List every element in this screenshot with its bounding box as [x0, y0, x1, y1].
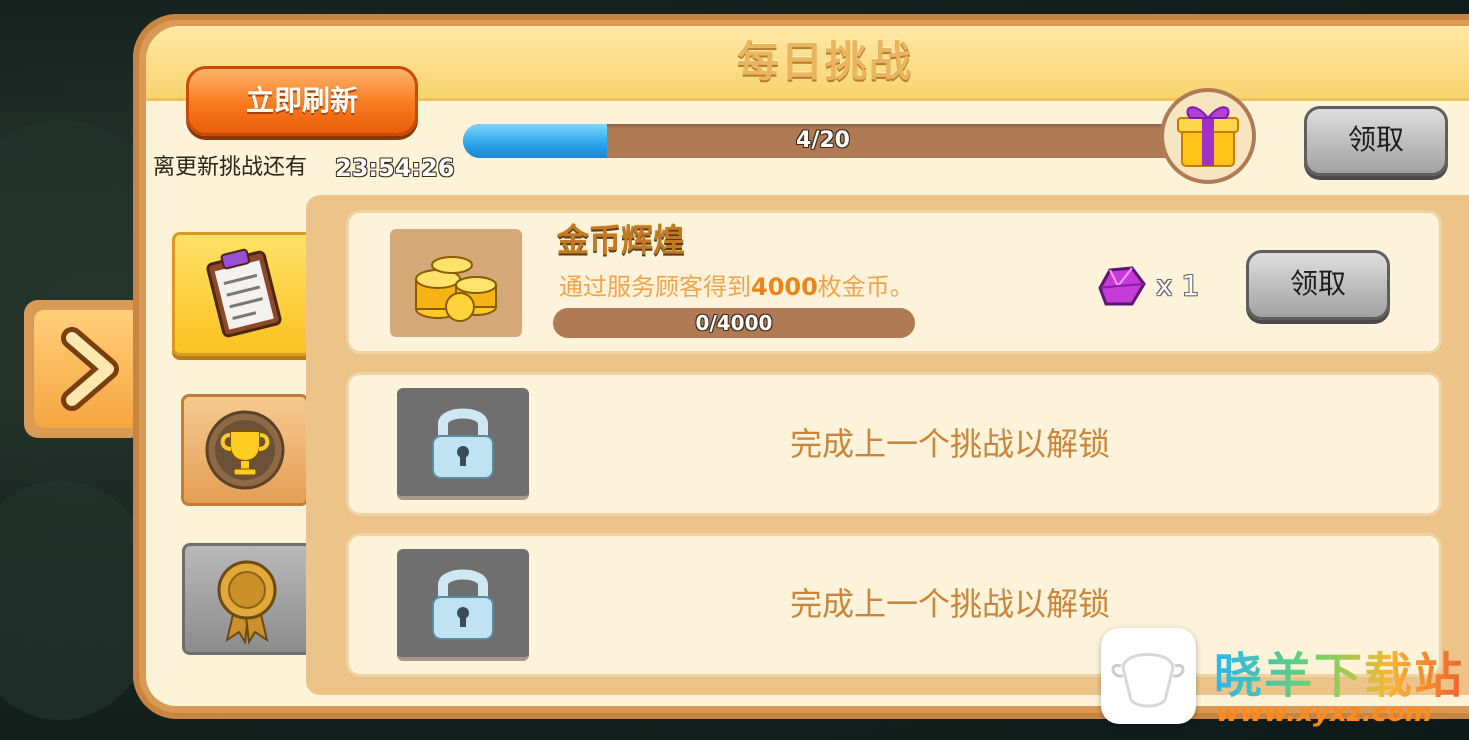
challenge-progress: 0/4000 [553, 308, 915, 338]
gift-box-reward[interactable] [1160, 88, 1256, 184]
locked-challenge-text: 完成上一个挑战以解锁 [789, 585, 1110, 623]
chevron-right-icon [61, 327, 119, 411]
lock-icon [397, 549, 529, 661]
reward-quantity: x 1 [1156, 269, 1200, 302]
gem-reward-icon [1092, 262, 1148, 310]
watermark-logo [1101, 628, 1196, 724]
challenge-claim-button[interactable]: 领取 [1246, 250, 1390, 320]
sheep-icon [1111, 653, 1185, 708]
lock-icon [397, 388, 529, 500]
trophy-icon [205, 410, 285, 490]
expand-arrow-button[interactable] [34, 310, 142, 428]
tab-daily-tasks[interactable] [172, 232, 316, 356]
challenge-title: 金币辉煌 [557, 221, 686, 259]
gift-icon [1177, 106, 1239, 167]
tab-medals[interactable] [182, 543, 312, 655]
watermark-text: 晓羊下载站 [1214, 648, 1465, 704]
daily-progress-text: 4/20 [796, 128, 850, 153]
clipboard-icon [206, 248, 282, 338]
medal-icon [217, 560, 277, 646]
watermark-url: www.xyxz.com [1216, 698, 1433, 728]
refresh-now-button[interactable]: 立即刷新 [186, 66, 418, 136]
challenge-description: 通过服务顾客得到4000枚金币。 [559, 273, 914, 301]
daily-claim-button[interactable]: 领取 [1304, 106, 1448, 176]
refresh-timer-value: 23:54:26 [335, 154, 455, 182]
tab-achievements[interactable] [181, 394, 309, 506]
locked-challenge-text: 完成上一个挑战以解锁 [789, 425, 1110, 463]
refresh-timer-label: 离更新挑战还有 [153, 155, 308, 180]
coin-stack-icon [390, 229, 522, 337]
page-title: 每日挑战 [736, 37, 913, 86]
